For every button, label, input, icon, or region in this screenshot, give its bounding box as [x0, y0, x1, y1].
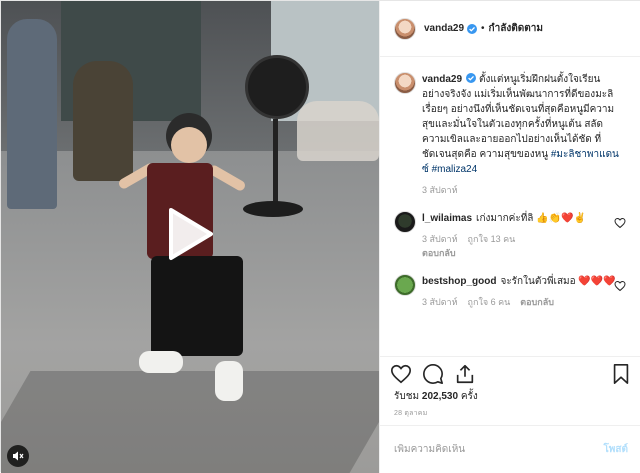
view-count[interactable]: รับชม 202,530 ครั้ง [394, 389, 478, 404]
bookmark-icon[interactable] [610, 363, 632, 385]
speaker-muted-icon [13, 451, 24, 461]
comment-meta: 3 สัปดาห์ ถูกใจ 13 คน ตอบกลับ [422, 232, 622, 260]
action-bar [380, 356, 640, 388]
caption-body: ตั้งแต่หนูเริ่มฝึกฝนตั้งใจเรียนอย่างจริง… [422, 74, 615, 160]
comment-body: จะรักในตัวพี่เสมอ ❤️❤️❤️ [500, 276, 616, 287]
video-shadow [1, 371, 379, 473]
video-girl-shoe [215, 361, 243, 401]
avatar[interactable] [394, 211, 416, 233]
verified-badge-icon [467, 23, 478, 34]
follow-status-button[interactable]: กำลังติดตาม [489, 21, 543, 36]
comment-time[interactable]: 3 สัปดาห์ [422, 297, 458, 307]
comment-likes[interactable]: ถูกใจ 6 คน [468, 297, 511, 307]
speaker-icon[interactable] [7, 445, 29, 467]
post-date[interactable]: 28 ตุลาคม [394, 408, 427, 419]
video-girl-legs [151, 256, 243, 356]
reply-button[interactable]: ตอบกลับ [422, 246, 612, 260]
add-comment-section: โพสต์ [380, 425, 640, 473]
caption-username[interactable]: vanda29 [422, 74, 462, 85]
play-icon[interactable] [167, 206, 215, 262]
instagram-post: vanda29 • กำลังติดตาม vanda29 ตั้งแต่หนูเ… [0, 0, 640, 473]
video-bystander [7, 19, 57, 209]
comment-text: bestshop_good จะรักในตัวพี่เสมอ ❤️❤️❤️ [422, 274, 622, 289]
comment-text: l_wilaimas เก่งมากค่ะที่ลิ 👍👏❤️✌️ [422, 211, 622, 226]
comment-time[interactable]: 3 สัปดาห์ [422, 234, 458, 244]
reply-button[interactable]: ตอบกลับ [520, 297, 554, 307]
post-video[interactable] [1, 1, 379, 473]
views-label: รับชม [394, 391, 420, 402]
share-icon[interactable] [454, 363, 476, 385]
caption-text: vanda29 ตั้งแต่หนูเริ่มฝึกฝนตั้งใจเรียนอย… [422, 72, 622, 177]
comments-list: vanda29 ตั้งแต่หนูเริ่มฝึกฝนตั้งใจเรียนอย… [380, 58, 640, 356]
post-header: vanda29 • กำลังติดตาม [380, 1, 640, 57]
caption: vanda29 ตั้งแต่หนูเริ่มฝึกฝนตั้งใจเรียนอย… [394, 72, 628, 197]
comment-body: เก่งมากค่ะที่ลิ 👍👏❤️✌️ [476, 213, 587, 224]
avatar[interactable] [394, 17, 416, 40]
comment-likes[interactable]: ถูกใจ 13 คน [468, 234, 516, 244]
avatar[interactable] [394, 72, 416, 94]
caption-meta: 3 สัปดาห์ [422, 183, 622, 197]
views-suffix: ครั้ง [460, 391, 478, 402]
add-comment-input[interactable] [394, 444, 594, 455]
video-fan-pole [273, 119, 278, 211]
views-number: 202,530 [421, 391, 459, 402]
video-girl-shoe [139, 351, 183, 373]
video-girl-face [171, 127, 207, 163]
avatar[interactable] [394, 274, 416, 296]
heart-icon[interactable] [614, 217, 626, 229]
verified-badge-icon [466, 73, 479, 85]
post-comment-button[interactable]: โพสต์ [603, 442, 628, 457]
comment-meta: 3 สัปดาห์ ถูกใจ 6 คน ตอบกลับ [422, 295, 622, 309]
video-seated-woman [73, 61, 133, 181]
separator-dot: • [481, 23, 485, 34]
comment-username[interactable]: l_wilaimas [422, 213, 472, 224]
comment-item: l_wilaimas เก่งมากค่ะที่ลิ 👍👏❤️✌️ 3 สัปดา… [394, 211, 628, 260]
comment-username[interactable]: bestshop_good [422, 276, 496, 287]
comment-item: bestshop_good จะรักในตัวพี่เสมอ ❤️❤️❤️ 3 … [394, 274, 628, 309]
video-fan-base [243, 201, 303, 217]
video-children-background [297, 101, 379, 161]
caption-time[interactable]: 3 สัปดาห์ [422, 185, 458, 195]
comment-icon[interactable] [422, 363, 444, 385]
author-username[interactable]: vanda29 [424, 23, 464, 34]
heart-icon[interactable] [390, 363, 412, 385]
video-fan [245, 55, 309, 119]
heart-icon[interactable] [614, 280, 626, 292]
post-sidebar: vanda29 • กำลังติดตาม vanda29 ตั้งแต่หนูเ… [379, 1, 640, 473]
